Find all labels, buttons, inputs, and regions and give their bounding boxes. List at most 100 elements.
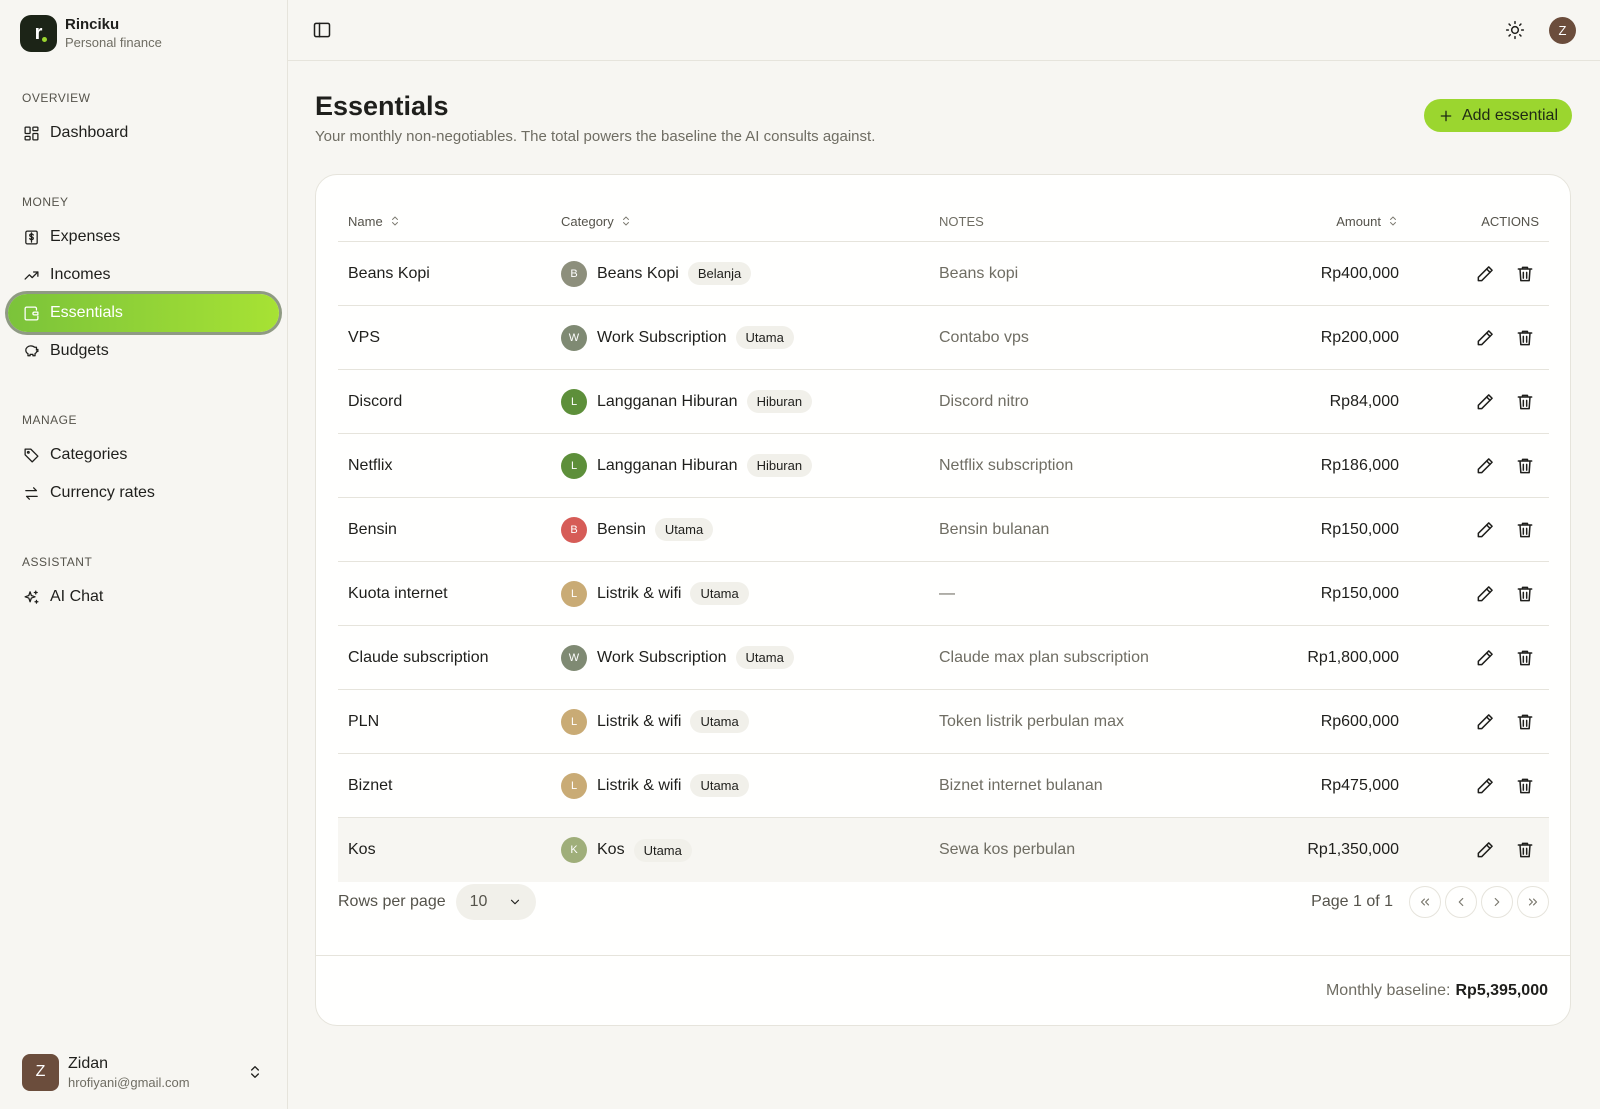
trash-icon[interactable] xyxy=(1515,328,1535,348)
category-avatar: L xyxy=(561,708,587,735)
category-avatar: L xyxy=(561,580,587,607)
pencil-icon[interactable] xyxy=(1475,712,1495,732)
nav-group-assistant: ASSISTANT AI Chat xyxy=(0,552,287,616)
sort-icon xyxy=(391,216,398,226)
trash-icon[interactable] xyxy=(1515,392,1535,412)
avatar: Z xyxy=(22,1053,59,1091)
pencil-icon[interactable] xyxy=(1475,776,1495,796)
row-actions xyxy=(1399,264,1549,284)
category-badge: Hiburan xyxy=(746,454,813,477)
pencil-icon[interactable] xyxy=(1475,520,1495,540)
table-row: Claude subscription W Work Subscription Uta… xyxy=(338,626,1549,690)
sidebar-item-label: Incomes xyxy=(50,266,111,283)
category-badge: Utama xyxy=(690,710,749,733)
row-notes: Biznet internet bulanan xyxy=(939,776,1103,794)
sidebar-item-budgets[interactable]: Budgets xyxy=(8,332,279,370)
sidebar-item-essentials[interactable]: Essentials xyxy=(8,294,279,332)
row-name: Kos xyxy=(348,841,376,858)
pagination: Rows per page 10 Page 1 of 1 xyxy=(338,883,1549,921)
row-category: L Langganan Hiburan Hiburan xyxy=(561,452,939,479)
row-amount: Rp200,000 xyxy=(1320,328,1399,346)
row-category: L Listrik & wifi Utama xyxy=(561,772,939,799)
pencil-icon[interactable] xyxy=(1475,264,1495,284)
row-actions xyxy=(1399,840,1549,860)
pencil-icon[interactable] xyxy=(1475,840,1495,860)
trash-icon[interactable] xyxy=(1515,712,1535,732)
trash-icon[interactable] xyxy=(1515,264,1535,284)
trash-icon[interactable] xyxy=(1515,648,1535,668)
category-name: Langganan Hiburan xyxy=(597,392,738,410)
row-notes: Beans kopi xyxy=(939,264,1019,282)
sidebar-item-ai-chat[interactable]: AI Chat xyxy=(8,578,279,616)
pencil-icon[interactable] xyxy=(1475,584,1495,604)
sidebar-item-categories[interactable]: Categories xyxy=(8,436,279,474)
chevrons-up-down-icon xyxy=(247,1064,263,1080)
sidebar-item-expenses[interactable]: Expenses xyxy=(8,218,279,256)
row-category: W Work Subscription Utama xyxy=(561,644,939,671)
trash-icon[interactable] xyxy=(1515,584,1535,604)
user-name: Zidan xyxy=(68,1054,109,1072)
page-header: Essentials Your monthly non-negotiables.… xyxy=(288,61,1600,145)
add-essential-button[interactable]: Add essential xyxy=(1423,99,1572,132)
category-badge: Utama xyxy=(690,774,749,797)
sidebar-item-label: Budgets xyxy=(50,342,109,359)
trash-icon[interactable] xyxy=(1515,840,1535,860)
sort-name[interactable]: Name xyxy=(348,214,401,229)
nav-group-money: MONEY Expenses Incomes Essentials Budget… xyxy=(0,192,287,370)
table-row: Kos K Kos Utama Sewa kos perbulan Rp1,350,000 xyxy=(338,818,1549,882)
sidebar-toggle-icon[interactable] xyxy=(312,20,332,40)
sort-amount[interactable]: Amount xyxy=(1336,214,1399,229)
row-notes: — xyxy=(939,584,955,602)
row-amount: Rp600,000 xyxy=(1320,712,1399,730)
first-page-button[interactable] xyxy=(1409,886,1441,918)
sun-icon[interactable] xyxy=(1505,20,1525,40)
nav-group-manage: MANAGE Categories Currency rates xyxy=(0,410,287,512)
brand-subtitle: Personal finance xyxy=(65,35,162,50)
category-name: Work Subscription xyxy=(597,648,727,666)
nav-label: MONEY xyxy=(22,195,69,209)
sort-category[interactable]: Category xyxy=(561,214,632,229)
category-name: Bensin xyxy=(597,520,646,538)
pencil-icon[interactable] xyxy=(1475,456,1495,476)
brand-title: Rinciku xyxy=(65,16,120,33)
category-avatar: K xyxy=(561,837,587,863)
user-menu[interactable]: Z Zidan hrofiyani@gmail.com xyxy=(14,1049,273,1095)
pencil-icon[interactable] xyxy=(1475,648,1495,668)
trash-icon[interactable] xyxy=(1515,456,1535,476)
add-essential-label: Add essential xyxy=(1461,106,1558,124)
category-avatar: W xyxy=(561,324,587,351)
rows-per-page-select[interactable]: 10 xyxy=(455,884,536,920)
chevron-left-icon xyxy=(1458,897,1464,907)
next-page-button[interactable] xyxy=(1481,886,1513,918)
category-badge: Hiburan xyxy=(746,390,813,413)
last-page-button[interactable] xyxy=(1517,886,1549,918)
trash-icon[interactable] xyxy=(1515,520,1535,540)
trash-icon[interactable] xyxy=(1515,776,1535,796)
row-amount: Rp186,000 xyxy=(1320,456,1399,474)
row-amount: Rp1,350,000 xyxy=(1307,841,1399,858)
sidebar-item-currency-rates[interactable]: Currency rates xyxy=(8,474,279,512)
sidebar-item-incomes[interactable]: Incomes xyxy=(8,256,279,294)
nav-group-overview: OVERVIEW Dashboard xyxy=(0,88,287,152)
nav-label: OVERVIEW xyxy=(22,91,91,105)
avatar[interactable]: Z xyxy=(1549,16,1576,44)
page-subtitle: Your monthly non-negotiables. The total … xyxy=(315,128,876,145)
row-category: L Listrik & wifi Utama xyxy=(561,580,939,607)
category-avatar: B xyxy=(561,516,587,543)
category-badge: Utama xyxy=(690,582,749,605)
table-row: PLN L Listrik & wifi Utama Token listrik per… xyxy=(338,690,1549,754)
page-info: Page 1 of 1 xyxy=(1311,893,1393,910)
pencil-icon[interactable] xyxy=(1475,328,1495,348)
sort-icon xyxy=(622,216,629,226)
brand[interactable]: r Rinciku Personal finance xyxy=(0,0,287,66)
pencil-icon[interactable] xyxy=(1475,392,1495,412)
row-notes: Claude max plan subscription xyxy=(939,648,1149,666)
tag-icon xyxy=(22,446,40,464)
prev-page-button[interactable] xyxy=(1445,886,1477,918)
sidebar-item-dashboard[interactable]: Dashboard xyxy=(8,114,279,152)
row-category: B Beans Kopi Belanja xyxy=(561,260,939,287)
sidebar-item-label: Expenses xyxy=(50,228,121,245)
row-notes: Netflix subscription xyxy=(939,456,1074,474)
essentials-card: Name Category NOTES Amount ACTIONS Beans… xyxy=(315,174,1571,1026)
row-notes: Bensin bulanan xyxy=(939,520,1050,538)
